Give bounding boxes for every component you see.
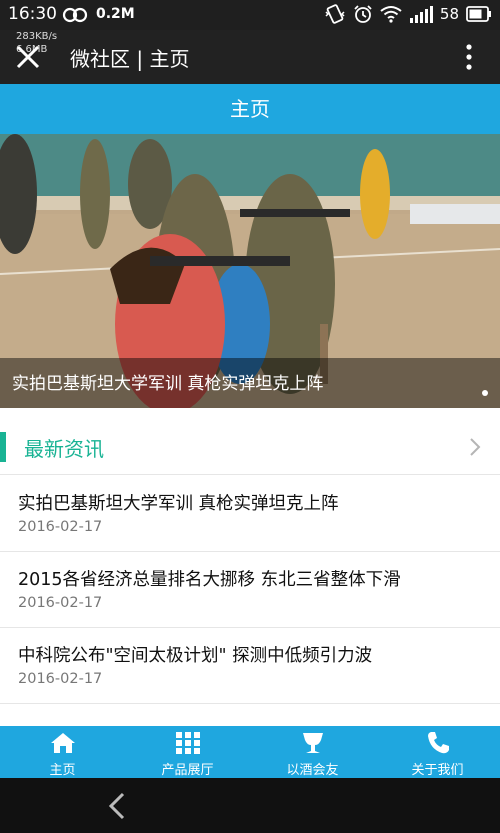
page-title: 主页 (0, 84, 500, 134)
news-title[interactable]: 实拍巴基斯坦大学军训 真枪实弹坦克上阵 (18, 490, 339, 515)
nav-label: 主页 (49, 763, 76, 778)
nav-about[interactable]: 关于我们 (375, 726, 500, 778)
status-time: 16:30 (8, 4, 57, 24)
nav-label: 关于我们 (411, 763, 464, 778)
bottom-nav: 主页 产品展厅 以酒会友 关于我们 (0, 726, 500, 778)
nav-label: 产品展厅 (161, 763, 214, 778)
signal-icon (409, 6, 433, 23)
battery-icon (466, 6, 491, 22)
app-bar: 283KB/s 6.6MB 微社区 | 主页 (0, 30, 500, 84)
nav-products[interactable]: 产品展厅 (125, 726, 250, 778)
app-title: 微社区 | 主页 (70, 47, 190, 71)
banner-carousel[interactable]: 实拍巴基斯坦大学军训 真枪实弹坦克上阵 (0, 134, 500, 408)
traffic-rate: 283KB/s (16, 31, 58, 42)
nav-wine[interactable]: 以酒会友 (250, 726, 375, 778)
battery-percent: 58 (439, 5, 459, 23)
infinity-icon (62, 7, 88, 23)
news-item[interactable]: 中科院公布"空间太极计划" 探测中低频引力波 2016-02-17 (0, 628, 500, 704)
vibrate-icon (325, 4, 345, 24)
nav-home[interactable]: 主页 (0, 726, 125, 778)
status-bar: 16:30 0.2M 58 (0, 0, 500, 30)
news-date: 2016-02-17 (18, 519, 103, 535)
news-list: 实拍巴基斯坦大学军训 真枪实弹坦克上阵 2016-02-17 2015各省经济总… (0, 476, 500, 704)
glass-icon (302, 733, 323, 753)
grid-icon (175, 732, 200, 754)
close-icon[interactable] (14, 43, 42, 71)
home-icon (50, 733, 75, 753)
section-accent-bar (0, 432, 6, 462)
carousel-indicator (482, 390, 488, 396)
status-speed: 0.2M (96, 6, 135, 22)
section-title: 最新资讯 (24, 437, 104, 461)
nav-label: 以酒会友 (286, 763, 339, 778)
news-title[interactable]: 中科院公布"空间太极计划" 探测中低频引力波 (18, 642, 372, 667)
system-nav-bar (0, 778, 500, 833)
alarm-icon (354, 5, 372, 23)
news-date: 2016-02-17 (18, 671, 103, 687)
banner-caption: 实拍巴基斯坦大学军训 真枪实弹坦克上阵 (12, 374, 324, 394)
back-icon[interactable] (108, 792, 126, 820)
wifi-icon (380, 6, 402, 23)
phone-icon (427, 732, 449, 754)
more-options-icon[interactable] (466, 44, 472, 70)
news-title[interactable]: 2015各省经济总量排名大挪移 东北三省整体下滑 (18, 566, 401, 591)
news-item[interactable]: 实拍巴基斯坦大学军训 真枪实弹坦克上阵 2016-02-17 (0, 476, 500, 552)
latest-news-header[interactable]: 最新资讯 (0, 418, 500, 475)
news-date: 2016-02-17 (18, 595, 103, 611)
chevron-right-icon[interactable] (468, 437, 482, 457)
news-item[interactable]: 2015各省经济总量排名大挪移 东北三省整体下滑 2016-02-17 (0, 552, 500, 628)
